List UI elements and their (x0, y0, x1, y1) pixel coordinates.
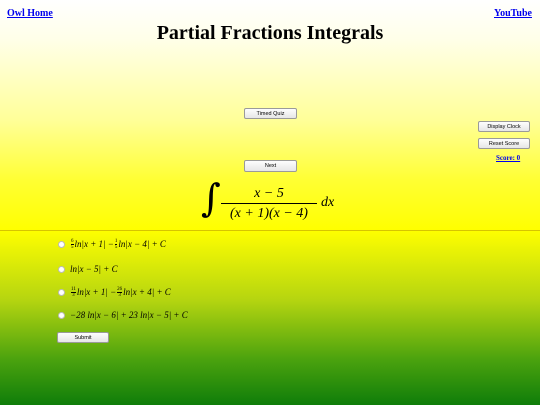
fraction: 65 (71, 239, 74, 250)
problem-denominator: (x + 1)(x − 4) (230, 206, 308, 221)
choice-text: −28 ln|x − 6| + 23 ln|x − 5| + C (70, 310, 188, 320)
choice-text: ln|x − 5| + C (70, 264, 118, 274)
fraction: 11 3 (71, 287, 76, 298)
fraction-numerator: 11 (71, 287, 76, 292)
submit-button[interactable]: Submit (57, 332, 109, 343)
choice-4[interactable]: −28 ln|x − 6| + 23 ln|x − 5| + C (58, 310, 188, 320)
choice-1[interactable]: 65 ln|x + 1| − 15 ln|x − 4| + C (58, 239, 166, 250)
youtube-link[interactable]: YouTube (494, 8, 532, 19)
problem-fraction: x − 5 (x + 1)(x − 4) (221, 186, 317, 223)
radio-button[interactable] (58, 265, 65, 273)
problem-differential: dx (321, 195, 335, 210)
choice-text: ln|x − 4| + C (118, 239, 166, 250)
fraction-numerator: 1 (114, 239, 118, 244)
score-display: Score: 0 (496, 154, 521, 162)
fraction: 15 (114, 239, 118, 250)
fraction-numerator: 26 (117, 287, 123, 292)
fraction-bar (221, 203, 317, 204)
owl-home-link[interactable]: Owl Home (7, 8, 53, 19)
problem-numerator: x − 5 (254, 186, 284, 201)
choice-text: ln|x + 4| + C (123, 287, 171, 298)
integral-problem: ∫ x − 5 (x + 1)(x − 4) dx (201, 176, 341, 228)
choice-text: ln|x + 1| − (76, 287, 117, 298)
choice-3[interactable]: 11 3 ln|x + 1| − 26 3 ln|x + 4| + C (58, 287, 171, 298)
fraction-denominator: 5 (114, 244, 118, 250)
display-clock-button[interactable]: Display Clock (478, 121, 530, 132)
timed-quiz-button[interactable]: Timed Quiz (244, 108, 297, 119)
radio-button[interactable] (58, 311, 65, 319)
reset-score-button[interactable]: Reset Score (478, 138, 530, 149)
page-title: Partial Fractions Integrals (156, 22, 384, 44)
fraction-denominator: 3 (72, 292, 75, 298)
choice-text: ln|x + 1| − (74, 239, 114, 250)
fraction-denominator: 3 (118, 292, 121, 298)
fraction-denominator: 5 (71, 244, 74, 250)
radio-button[interactable] (58, 240, 65, 248)
fraction-numerator: 6 (71, 239, 74, 244)
divider (0, 230, 540, 231)
radio-button[interactable] (58, 288, 65, 296)
choice-2[interactable]: ln|x − 5| + C (58, 264, 118, 274)
fraction: 26 3 (117, 287, 123, 298)
next-button[interactable]: Next (244, 160, 297, 172)
integral-sign-icon: ∫ (201, 176, 221, 220)
